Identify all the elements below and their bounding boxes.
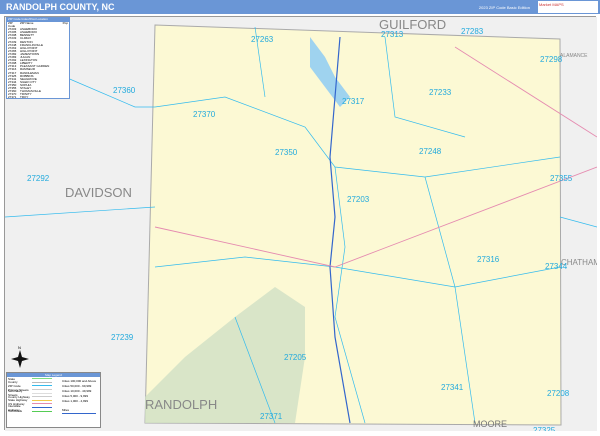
zip-label: 27344 <box>545 262 568 271</box>
zip-label: 27360 <box>113 86 136 95</box>
svg-text:N: N <box>18 345 21 350</box>
zip-label: 27208 <box>547 389 570 398</box>
map-title: RANDOLPH COUNTY, NC <box>6 2 115 12</box>
logo: Market MAPS <box>538 1 598 13</box>
zip-label: 27316 <box>477 255 500 264</box>
county-davidson: DAVIDSON <box>65 185 132 200</box>
zip-index-table: ZIP Code Index/Post Location ZIP Code ZIP… <box>6 17 70 99</box>
zip-label: 27205 <box>284 353 307 362</box>
edition-label: 2023 ZIP Code Basic Edition <box>478 5 530 10</box>
county-randolph: RANDOLPH <box>145 397 217 412</box>
zip-index-row: 27371 TROY <box>8 95 29 100</box>
zip-label: 27292 <box>27 174 50 183</box>
zip-label: 27233 <box>429 88 452 97</box>
county-moore: MOORE <box>473 419 507 429</box>
zip-label: 27371 <box>260 412 283 421</box>
zip-label: 27313 <box>381 30 404 39</box>
county-alamance: ALAMANCE <box>560 53 588 59</box>
zip-label: 27248 <box>419 147 442 156</box>
zip-label: 27370 <box>193 110 216 119</box>
zip-label: 27317 <box>342 97 365 106</box>
header-bar: RANDOLPH COUNTY, NC 2023 ZIP Code Basic … <box>0 0 600 14</box>
zip-label: 27203 <box>347 195 370 204</box>
scale-bar: Miles <box>62 408 97 414</box>
map-legend: Map Legend State County ZIP Code Primary St… <box>6 372 101 428</box>
zip-label: 27263 <box>251 35 274 44</box>
legend-population-item: Cities 1,000 - 4,999 <box>62 399 89 403</box>
zip-label: 27298 <box>540 55 563 64</box>
zip-label: 27239 <box>111 333 134 342</box>
map-canvas[interactable]: GUILFORD DAVIDSON RANDOLPH CHATHAM MOORE… <box>4 16 600 435</box>
zip-label: 27350 <box>275 148 298 157</box>
zip-label: 27283 <box>461 27 484 36</box>
zip-label: 27355 <box>550 174 573 183</box>
zip-label: 27325 <box>533 426 556 431</box>
zip-label: 27341 <box>441 383 464 392</box>
